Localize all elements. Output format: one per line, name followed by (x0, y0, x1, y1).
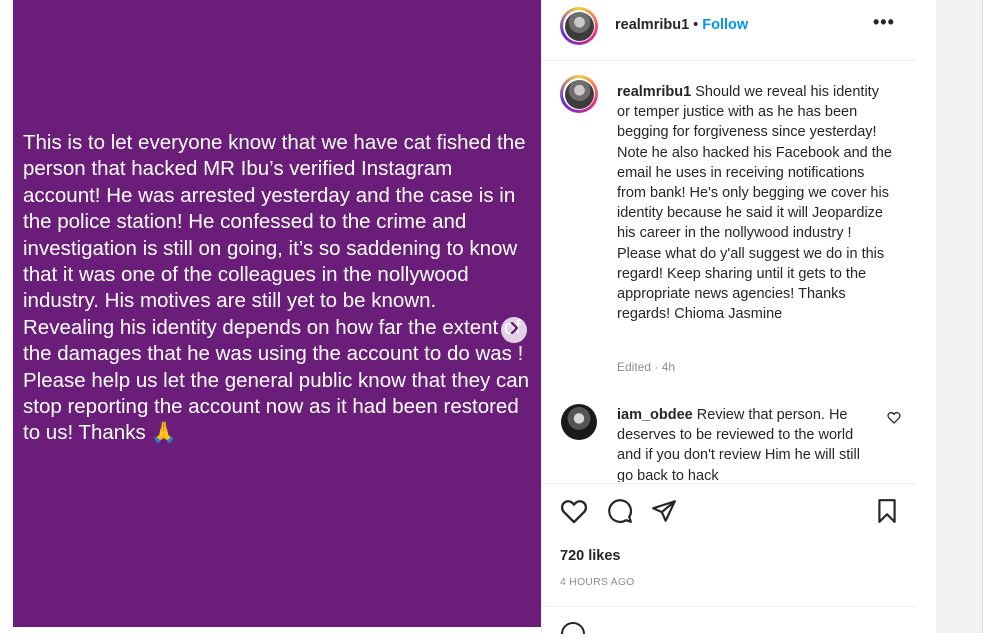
comment-item: iam_obdee Review that person. He deserve… (617, 405, 872, 482)
page-scroll-area (936, 0, 982, 633)
edited-timestamp: Edited · 4h (617, 360, 676, 374)
separator-dot: • (693, 17, 699, 33)
comments-section[interactable]: realmribu1 Should we reveal his identity… (542, 62, 917, 482)
heart-icon[interactable] (560, 498, 588, 529)
caption-avatar[interactable] (560, 75, 598, 113)
post-side-panel: realmribu1 • Follow ••• realmribu1 Should … (541, 0, 917, 635)
post-time: 4 HOURS AGO (560, 576, 635, 588)
bookmark-icon[interactable] (875, 498, 899, 529)
emoji-icon[interactable] (560, 621, 586, 639)
next-slide-button[interactable] (501, 317, 527, 343)
post-image-text: This is to let everyone know that we hav… (23, 131, 529, 445)
comment-like-icon[interactable] (887, 411, 901, 429)
right-gutter (916, 0, 936, 633)
comment-icon[interactable] (607, 498, 633, 529)
post-image: This is to let everyone know that we hav… (13, 0, 541, 627)
caption-text: Should we reveal his identity or temper … (617, 84, 892, 323)
post-header: realmribu1 • Follow ••• (542, 0, 917, 61)
chevron-right-icon (509, 321, 519, 339)
send-icon[interactable] (651, 498, 677, 529)
commenter-avatar[interactable] (561, 404, 597, 440)
likes-count[interactable]: 720 likes (560, 548, 620, 564)
post-actions: 720 likes 4 HOURS AGO (542, 483, 917, 606)
more-options-icon[interactable]: ••• (873, 12, 895, 33)
author-avatar[interactable] (560, 7, 598, 45)
add-comment-bar[interactable] (542, 606, 917, 635)
follow-button[interactable]: Follow (702, 17, 748, 33)
post-caption: realmribu1 Should we reveal his identity… (617, 82, 892, 324)
caption-username[interactable]: realmribu1 (617, 84, 691, 100)
window-edge (982, 0, 996, 633)
header-username[interactable]: realmribu1 (615, 17, 689, 33)
comment-username[interactable]: iam_obdee (617, 407, 693, 423)
header-user: realmribu1 • Follow (615, 17, 748, 33)
